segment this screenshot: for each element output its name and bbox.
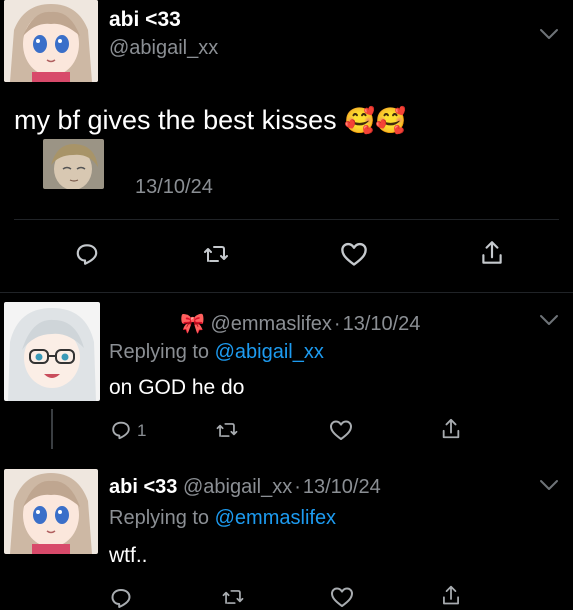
replying-to-label: Replying to (109, 507, 210, 529)
reply-text: on GOD he do (109, 376, 245, 399)
like-icon[interactable] (330, 586, 354, 608)
reply-display-name[interactable]: abi <33 (109, 476, 177, 498)
share-icon[interactable] (440, 417, 462, 441)
reply-header: 🎀 @emmaslifex · 13/10/24 (180, 311, 420, 336)
replying-to: Replying to @abigail_xx (109, 341, 324, 364)
reply-handle[interactable]: @abigail_xx (183, 476, 292, 498)
reply-date[interactable]: 13/10/24 (303, 476, 381, 498)
avatar-abi[interactable] (4, 469, 98, 554)
tweet-text: my bf gives the best kisses 🥰🥰 (14, 105, 406, 136)
author-handle[interactable]: @abigail_xx (109, 37, 218, 60)
share-icon[interactable] (479, 239, 505, 267)
share-icon[interactable] (440, 584, 462, 607)
boy-face-sticker (43, 139, 104, 189)
reply-icon[interactable] (110, 419, 132, 441)
separator-dot: · (333, 313, 341, 335)
chevron-down-icon[interactable] (538, 478, 560, 492)
reply-author-handle[interactable]: @emmaslifex (210, 313, 331, 335)
divider (14, 219, 559, 220)
like-icon[interactable] (340, 241, 368, 267)
replying-to-handle[interactable]: @abigail_xx (215, 341, 324, 363)
tweet-date[interactable]: 13/10/24 (135, 176, 213, 199)
smiling-hearts-emoji: 🥰🥰 (344, 107, 407, 135)
bow-emoji: 🎀 (180, 313, 205, 335)
retweet-icon[interactable] (214, 419, 240, 441)
replying-to-handle[interactable]: @emmaslifex (215, 507, 336, 529)
like-icon[interactable] (329, 419, 353, 441)
chevron-down-icon[interactable] (538, 313, 560, 327)
author-display-name[interactable]: abi <33 (109, 8, 181, 32)
separator-dot: · (294, 476, 301, 498)
replying-to: Replying to @emmaslifex (109, 507, 336, 530)
divider (0, 292, 573, 293)
reply-icon[interactable] (74, 241, 100, 267)
tweet-body: my bf gives the best kisses (14, 105, 337, 135)
reply-text: wtf.. (109, 544, 148, 567)
reply-count: 1 (137, 421, 147, 440)
retweet-icon[interactable] (220, 586, 246, 608)
thread-line (51, 409, 53, 449)
replying-to-label: Replying to (109, 341, 210, 363)
reply-icon[interactable] (109, 586, 133, 610)
reply-date[interactable]: 13/10/24 (343, 313, 421, 335)
retweet-icon[interactable] (201, 241, 231, 267)
avatar-abi[interactable] (4, 0, 98, 82)
reply-header: abi <33 @abigail_xx · 13/10/24 (109, 476, 381, 499)
avatar-emma[interactable] (4, 302, 100, 401)
chevron-down-icon[interactable] (538, 27, 560, 41)
